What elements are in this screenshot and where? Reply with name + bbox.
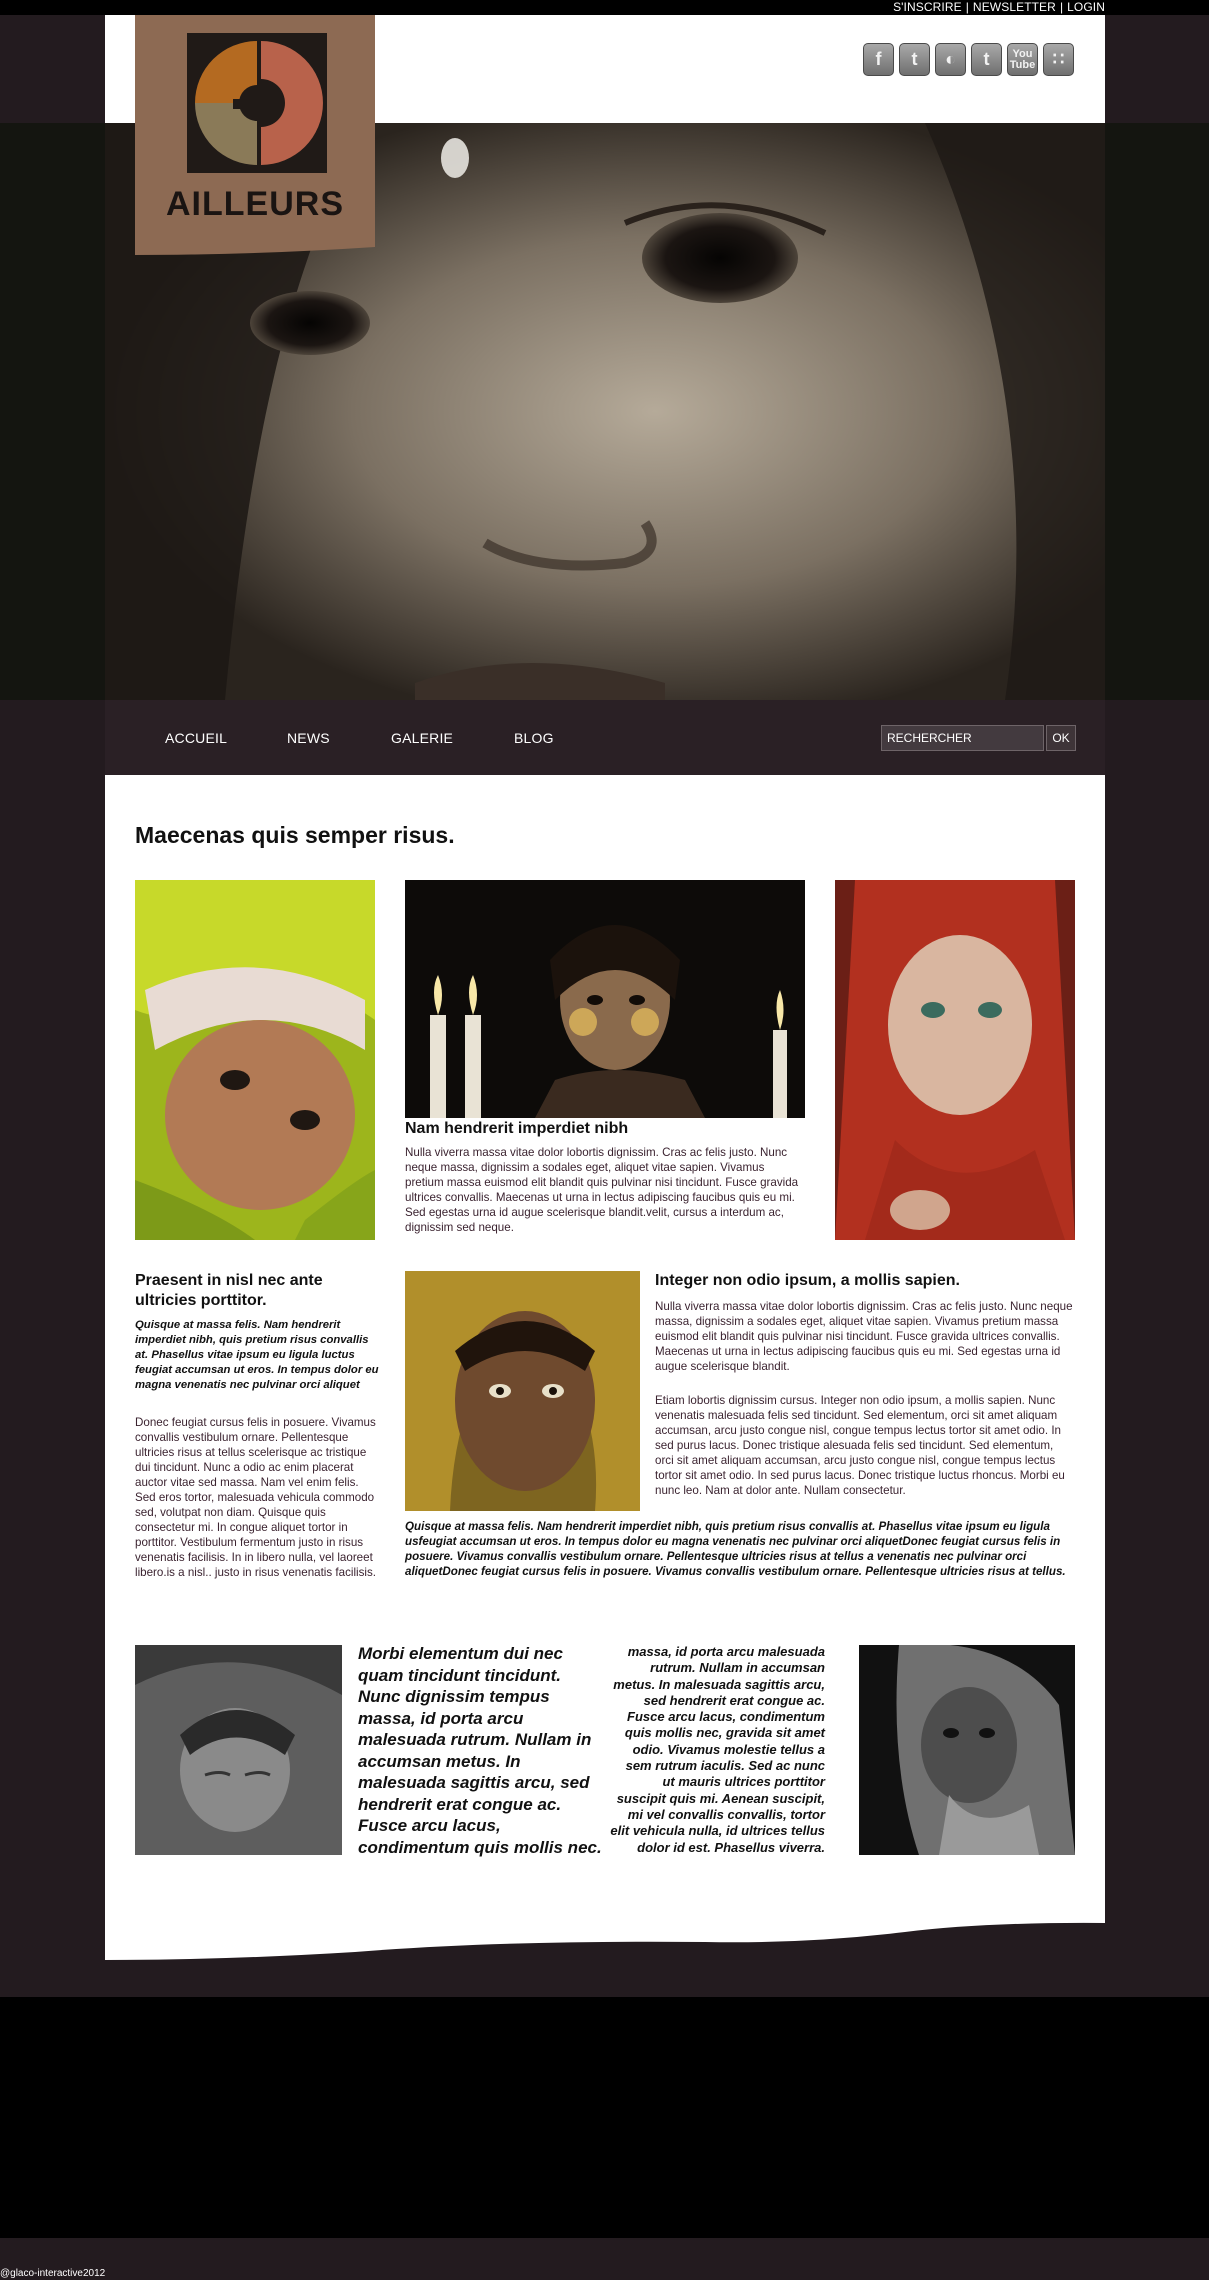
- newsletter-link[interactable]: NEWSLETTER: [973, 0, 1056, 14]
- logo[interactable]: AILLEURS: [135, 15, 375, 255]
- bottom-band: @glaco-interactive2012: [0, 2238, 1209, 2280]
- nav-item-galerie[interactable]: GALERIE: [391, 730, 453, 746]
- photo-bw-hooded-boy: [859, 1645, 1075, 1855]
- copyright: @glaco-interactive2012: [0, 2268, 106, 2279]
- nav-item-accueil[interactable]: ACCUEIL: [165, 730, 227, 746]
- left-heading: Praesent in nisl nec ante ultricies port…: [135, 1272, 323, 1309]
- delicious-icon[interactable]: ◐: [935, 43, 966, 76]
- main-nav: ACCUEIL NEWS GALERIE BLOG OK: [105, 700, 1105, 775]
- footer-band: [0, 1997, 1209, 2238]
- photo-red-scarf-girl: [835, 880, 1075, 1240]
- search-input[interactable]: [881, 725, 1044, 751]
- facebook-icon[interactable]: f: [863, 43, 894, 76]
- top-strip: S'INSCRIRE | NEWSLETTER | LOGIN: [0, 0, 1209, 15]
- main-content: Maecenas quis semper risus. Nam hendreri…: [105, 775, 1105, 1975]
- separator: |: [965, 0, 969, 14]
- bottom-right-italic: massa, id porta arcu malesuada rutrum. N…: [610, 1644, 825, 1855]
- page-bottom-edge: [105, 1920, 1105, 1980]
- login-link[interactable]: LOGIN: [1067, 0, 1105, 14]
- logo-text: AILLEURS: [166, 185, 344, 223]
- social-icons: f t ◐ t You Tube ∷: [863, 43, 1074, 76]
- search-button[interactable]: OK: [1046, 725, 1076, 751]
- page-title: Maecenas quis semper risus.: [135, 822, 455, 848]
- photo-bw-sleeping-child: [135, 1645, 342, 1855]
- separator: |: [1059, 0, 1064, 14]
- nav-item-news[interactable]: NEWS: [287, 730, 330, 746]
- center-text: Nulla viverra massa vitae dolor lobortis…: [405, 1146, 799, 1234]
- photo-candles-girl: [405, 880, 805, 1118]
- nav-item-blog[interactable]: BLOG: [514, 730, 554, 746]
- photo-yellow-hood-boy: [405, 1271, 640, 1511]
- right-heading: Integer non odio ipsum, a mollis sapien.: [655, 1272, 960, 1289]
- top-links: S'INSCRIRE | NEWSLETTER | LOGIN: [893, 0, 1105, 14]
- youtube-icon[interactable]: You Tube: [1007, 43, 1038, 76]
- left-text: Donec feugiat cursus felis in posuere. V…: [135, 1416, 376, 1579]
- right-text-1: Nulla viverra massa vitae dolor lobortis…: [655, 1300, 1073, 1373]
- register-link[interactable]: S'INSCRIRE: [893, 0, 962, 14]
- twitter-icon[interactable]: t: [899, 43, 930, 76]
- rss-icon[interactable]: ∷: [1043, 43, 1074, 76]
- tumblr-icon[interactable]: t: [971, 43, 1002, 76]
- left-italic-text: Quisque at massa felis. Nam hendrerit im…: [135, 1319, 379, 1391]
- bottom-left-italic: Morbi elementum dui nec quam tincidunt t…: [358, 1644, 602, 1857]
- right-text-2: Etiam lobortis dignissim cursus. Integer…: [655, 1394, 1065, 1497]
- wide-italic-text: Quisque at massa felis. Nam hendrerit im…: [405, 1520, 1066, 1578]
- photo-green-scarf-girl: [135, 880, 375, 1240]
- center-heading: Nam hendrerit imperdiet nibh: [405, 1120, 629, 1137]
